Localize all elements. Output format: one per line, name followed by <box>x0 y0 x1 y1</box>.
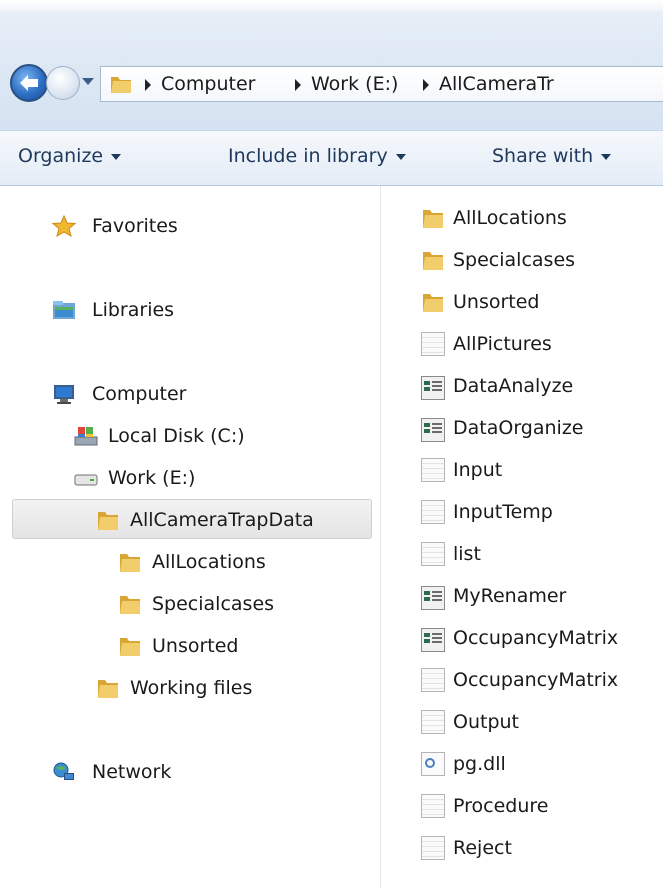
file-name: InputTemp <box>453 501 553 523</box>
libraries-icon <box>53 301 75 319</box>
executable-icon <box>421 418 445 442</box>
folder-icon <box>423 294 443 312</box>
folder-icon <box>423 210 443 228</box>
organize-menu[interactable]: Organize <box>18 145 122 167</box>
file-name: pg.dll <box>453 753 506 775</box>
windows-drive-icon <box>74 427 98 446</box>
executable-icon <box>421 376 445 400</box>
folder-icon <box>98 680 118 698</box>
nav-label: Work (E:) <box>108 467 196 489</box>
file-name: MyRenamer <box>453 585 567 607</box>
nav-label: Unsorted <box>152 635 239 657</box>
executable-icon <box>421 586 445 610</box>
back-button[interactable] <box>10 64 48 102</box>
chevron-down-icon <box>111 153 122 160</box>
file-name: OccupancyMatrix <box>453 627 619 649</box>
text-file-icon <box>421 836 445 860</box>
back-arrow-icon <box>20 75 38 91</box>
file-name: Output <box>453 711 519 733</box>
breadcrumb-separator-icon[interactable] <box>423 79 429 91</box>
text-file-icon <box>421 500 445 524</box>
network-icon <box>53 762 74 780</box>
file-name: DataAnalyze <box>453 375 574 397</box>
recent-pages-dropdown-icon[interactable] <box>82 78 94 85</box>
breadcrumb-allcameratrapdata[interactable]: AllCameraTr <box>439 73 554 95</box>
file-name: Procedure <box>453 795 549 817</box>
file-name: AllLocations <box>453 207 567 229</box>
title-bar <box>0 0 663 12</box>
file-name: Unsorted <box>453 291 540 313</box>
executable-icon <box>421 628 445 652</box>
forward-button[interactable] <box>46 66 80 100</box>
nav-label: Favorites <box>92 215 178 237</box>
text-file-icon <box>421 458 445 482</box>
file-list: AllLocations Specialcases Unsorted AllPictu… <box>381 186 663 888</box>
dll-file-icon <box>421 752 445 776</box>
nav-label: Libraries <box>92 299 175 321</box>
chevron-down-icon <box>601 153 612 160</box>
breadcrumb-work-drive[interactable]: Work (E:) <box>311 73 398 95</box>
star-icon <box>52 215 76 237</box>
window-chrome: Computer Work (E:) AllCameraTr <box>0 0 663 130</box>
hard-drive-icon <box>74 474 98 486</box>
share-with-label: Share with <box>492 145 594 167</box>
file-name: Reject <box>453 837 512 859</box>
folder-icon <box>120 596 140 614</box>
nav-label: AllLocations <box>152 551 266 573</box>
text-file-icon <box>421 542 445 566</box>
command-bar: Organize Include in library Share with <box>0 130 663 186</box>
text-file-icon <box>421 668 445 692</box>
file-name: list <box>453 543 481 565</box>
breadcrumb-computer[interactable]: Computer <box>161 73 255 95</box>
address-bar[interactable]: Computer Work (E:) AllCameraTr <box>100 66 663 102</box>
text-file-icon <box>421 794 445 818</box>
folder-icon <box>120 638 140 656</box>
nav-label: Computer <box>92 383 187 405</box>
organize-label: Organize <box>18 145 104 167</box>
folder-icon <box>120 554 140 572</box>
nav-label: Specialcases <box>152 593 275 615</box>
file-name: DataOrganize <box>453 417 584 439</box>
nav-label: Local Disk (C:) <box>108 425 245 447</box>
share-with-menu[interactable]: Share with <box>492 145 612 167</box>
folder-icon <box>111 77 131 93</box>
text-file-icon <box>421 710 445 734</box>
nav-label: AllCameraTrapData <box>130 509 314 531</box>
breadcrumb-separator-icon[interactable] <box>145 79 151 91</box>
file-name: Specialcases <box>453 249 576 271</box>
file-name: AllPictures <box>453 333 552 355</box>
folder-icon <box>98 512 118 530</box>
breadcrumb-separator-icon[interactable] <box>295 79 301 91</box>
computer-icon <box>54 385 74 404</box>
nav-label: Network <box>92 761 172 783</box>
file-name: Input <box>453 459 503 481</box>
folder-icon <box>423 252 443 270</box>
chevron-down-icon <box>395 153 406 160</box>
text-file-icon <box>421 332 445 356</box>
include-in-library-label: Include in library <box>228 145 388 167</box>
nav-label: Working files <box>130 677 253 699</box>
include-in-library-menu[interactable]: Include in library <box>228 145 406 167</box>
file-name: OccupancyMatrix <box>453 669 619 691</box>
